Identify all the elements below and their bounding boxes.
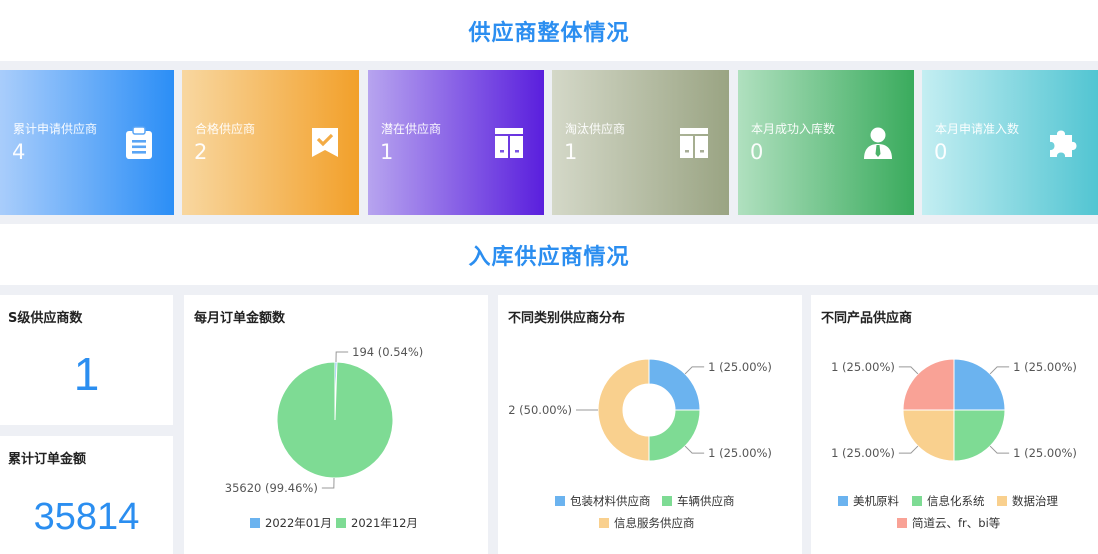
product-panel: 不同产品供应商 1 (25.00%) 1 (25.00%) 1 (25.00%) 1 … — [811, 295, 1098, 554]
data-label: 1 (25.00%) — [1013, 446, 1077, 460]
clipboard-icon — [126, 126, 152, 159]
legend-label: 简道云、fr、bi等 — [912, 516, 1000, 530]
category-panel: 不同类别供应商分布 1 (25.00%) 1 (25.00%) 2 (50.00%)… — [498, 295, 802, 554]
label-line — [898, 366, 919, 375]
data-label: 1 (25.00%) — [831, 360, 895, 374]
section-title: 入库供应商情况 — [468, 244, 630, 270]
label-line — [989, 366, 1010, 375]
product-pie-chart: 1 (25.00%) 1 (25.00%) 1 (25.00%) 1 (25.00%)… — [831, 358, 1077, 530]
label-line — [684, 445, 705, 454]
chart-title: 不同类别供应商分布 — [508, 311, 626, 326]
label-line — [989, 445, 1010, 454]
legend-swatch — [838, 496, 848, 506]
monthly-amount-pie-chart: 194 (0.54%) 35620 (99.46%) 2022年01月 2021年12… — [225, 345, 424, 530]
label-line — [335, 351, 349, 363]
s-level-panel: S级供应商数 1 — [0, 295, 173, 425]
legend-label: 2021年12月 — [351, 516, 418, 530]
legend-swatch — [250, 518, 260, 528]
data-label: 194 (0.54%) — [352, 345, 423, 359]
card-label: 累计申请供应商 — [13, 122, 98, 136]
label-line — [321, 477, 335, 489]
card-potential-suppliers[interactable]: 潜在供应商 1 — [368, 70, 544, 215]
card-applied-suppliers[interactable]: 累计申请供应商 4 — [0, 70, 174, 215]
s-level-value: 1 — [73, 348, 100, 400]
card-value: 2 — [194, 140, 208, 164]
legend-label: 2022年01月 — [265, 516, 332, 530]
s-level-title: S级供应商数 — [8, 311, 83, 326]
legend-label: 美机原料 — [853, 494, 899, 508]
card-monthly-applied[interactable]: 本月申请准入数 0 — [922, 70, 1098, 215]
card-label: 本月成功入库数 — [751, 122, 836, 136]
card-label: 淘汰供应商 — [565, 122, 626, 136]
chart-title: 不同产品供应商 — [821, 311, 913, 326]
card-value: 1 — [380, 140, 394, 164]
legend-label: 包装材料供应商 — [570, 494, 651, 508]
legend-label: 信息服务供应商 — [614, 516, 695, 530]
card-value: 1 — [564, 140, 578, 164]
legend-label: 车辆供应商 — [677, 494, 735, 508]
card-monthly-stored[interactable]: 本月成功入库数 0 — [738, 70, 914, 215]
section-header-bar: 入库供应商情况 — [0, 224, 1098, 285]
card-qualified-suppliers[interactable]: 合格供应商 2 — [182, 70, 359, 215]
total-amount-panel: 累计订单金额 35814 — [0, 436, 173, 554]
card-label: 潜在供应商 — [381, 122, 442, 136]
legend-label: 信息化系统 — [927, 494, 985, 508]
category-donut-chart: 1 (25.00%) 1 (25.00%) 2 (50.00%) 包装材料供应商 车辆供… — [508, 358, 772, 530]
legend-label: 数据治理 — [1012, 494, 1058, 508]
legend-swatch — [599, 518, 609, 528]
chart-title: 每月订单金额数 — [194, 311, 286, 326]
data-label: 35620 (99.46%) — [225, 481, 318, 495]
card-label: 合格供应商 — [195, 122, 256, 136]
header-bar: 供应商整体情况 — [0, 0, 1098, 61]
legend-swatch — [997, 496, 1007, 506]
label-line — [898, 445, 919, 454]
card-value: 4 — [12, 140, 26, 164]
pie-slice — [276, 361, 394, 479]
monthly-amount-panel: 每月订单金额数 194 (0.54%) 35620 (99.46%) 2022年01… — [184, 295, 488, 554]
legend-swatch — [336, 518, 346, 528]
label-line — [684, 366, 705, 375]
page-title: 供应商整体情况 — [468, 20, 630, 46]
card-label: 本月申请准入数 — [935, 122, 1020, 136]
data-label: 2 (50.00%) — [508, 403, 572, 417]
card-value: 0 — [934, 140, 948, 164]
legend-swatch — [912, 496, 922, 506]
kanban-icon — [495, 128, 523, 158]
legend-swatch — [897, 518, 907, 528]
badge-check-icon — [312, 128, 338, 157]
data-label: 1 (25.00%) — [708, 446, 772, 460]
total-amount-value: 35814 — [33, 496, 140, 538]
total-amount-title: 累计订单金额 — [8, 452, 87, 467]
data-label: 1 (25.00%) — [708, 360, 772, 374]
puzzle-icon — [1050, 130, 1077, 157]
legend-swatch — [555, 496, 565, 506]
card-value: 0 — [750, 140, 764, 164]
legend-swatch — [662, 496, 672, 506]
data-label: 1 (25.00%) — [1013, 360, 1077, 374]
user-icon — [864, 127, 892, 159]
card-eliminated-suppliers[interactable]: 淘汰供应商 1 — [552, 70, 729, 215]
data-label: 1 (25.00%) — [831, 446, 895, 460]
pie-slice — [597, 358, 650, 462]
kanban-icon — [680, 128, 708, 158]
